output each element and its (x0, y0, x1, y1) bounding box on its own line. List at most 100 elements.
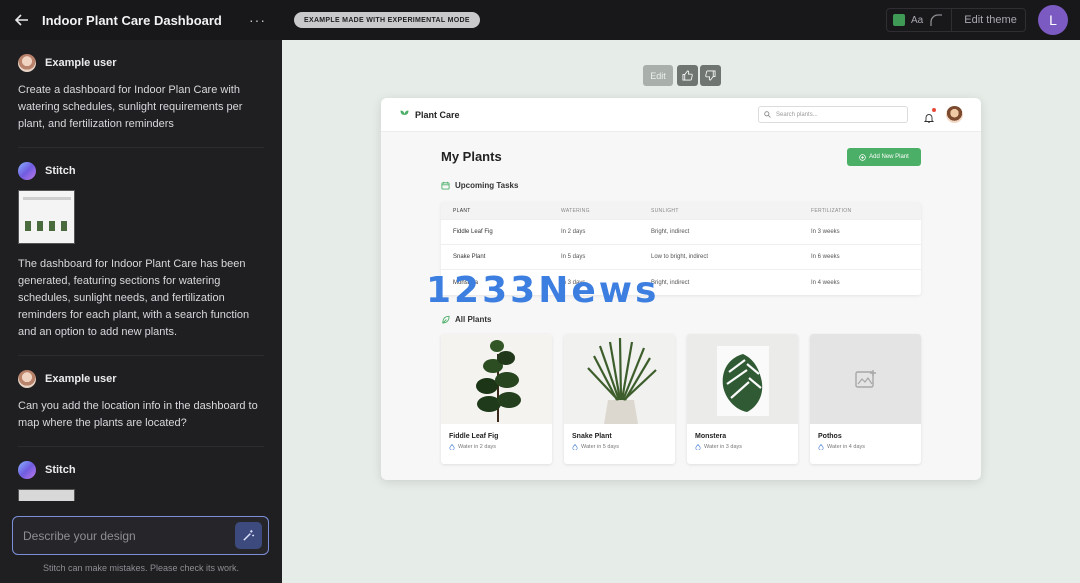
thumbs-up-icon[interactable] (677, 65, 698, 86)
edit-theme-button[interactable]: Edit theme (964, 14, 1017, 26)
stitch-avatar (18, 461, 36, 479)
edit-button[interactable]: Edit (643, 65, 673, 86)
corner-radius-icon[interactable] (929, 13, 943, 27)
message-author: Stitch (45, 464, 76, 476)
message-author: Example user (45, 373, 117, 385)
upcoming-tasks-heading: Upcoming Tasks (441, 181, 518, 190)
prompt-composer (12, 516, 269, 555)
plant-name: Monstera (695, 433, 727, 440)
notification-bell-icon[interactable] (923, 107, 936, 123)
top-bar: EXAMPLE MADE WITH EXPERIMENTAL MODE Aa E… (282, 0, 1080, 40)
water-drop-icon (818, 444, 824, 450)
more-options-icon[interactable]: ··· (245, 12, 270, 28)
add-new-plant-button[interactable]: Add New Plant (847, 148, 921, 166)
column-header: PLANT (453, 207, 471, 214)
project-title: Indoor Plant Care Dashboard (42, 12, 222, 28)
plant-cards-grid: Fiddle Leaf Fig Water in 2 days Snake Pl… (441, 334, 921, 464)
experimental-mode-badge: EXAMPLE MADE WITH EXPERIMENTAL MODE (294, 12, 480, 28)
cell-fertilization: In 4 weeks (811, 279, 840, 286)
table-row[interactable]: Fiddle Leaf Fig In 2 days Bright, indire… (441, 220, 921, 245)
font-icon[interactable]: Aa (911, 15, 923, 26)
notification-dot (932, 107, 936, 112)
divider (951, 8, 953, 32)
thumbs-down-icon[interactable] (700, 65, 721, 86)
theme-color-swatch[interactable] (893, 14, 905, 26)
cell-fertilization: In 6 weeks (811, 254, 840, 260)
plant-logo-icon (400, 110, 409, 120)
canvas-toolbar: Edit (643, 65, 721, 86)
water-schedule-text: Water in 4 days (827, 444, 866, 450)
table-header-row: PLANT WATERING SUNLIGHT FERTILIZATION (441, 202, 921, 220)
plant-card[interactable]: Fiddle Leaf Fig Water in 2 days (441, 334, 552, 464)
plant-water-info: Water in 3 days (687, 440, 798, 450)
cell-sunlight: Bright, indirect (651, 279, 690, 286)
plus-circle-icon (859, 153, 866, 161)
tasks-heading-label: Upcoming Tasks (455, 181, 519, 190)
plant-photo-snake-plant (564, 334, 675, 424)
cell-plant: Snake Plant (453, 254, 486, 260)
page-title: My Plants (441, 149, 502, 164)
column-header: WATERING (561, 207, 590, 214)
back-arrow-icon[interactable] (12, 10, 32, 30)
stitch-avatar (18, 162, 36, 180)
message-text: The dashboard for Indoor Plant Care has … (18, 258, 250, 338)
chat-message: Example user Can you add the location in… (18, 356, 264, 447)
table-row[interactable]: Snake Plant In 5 days Low to bright, ind… (441, 245, 921, 270)
plant-card[interactable]: Pothos Water in 4 days (810, 334, 921, 464)
plant-photo-fiddle-leaf-fig (441, 334, 552, 424)
app-navbar: Plant Care Search plants... (381, 98, 981, 132)
water-drop-icon (695, 444, 701, 450)
message-author: Stitch (45, 165, 76, 177)
calendar-icon (441, 181, 450, 190)
message-author: Example user (45, 57, 117, 69)
cell-plant: Fiddle Leaf Fig (453, 229, 493, 235)
plant-search-input[interactable]: Search plants... (758, 106, 908, 123)
plant-water-info: Water in 2 days (441, 440, 552, 450)
user-avatar (18, 370, 36, 388)
add-button-label: Add New Plant (869, 154, 909, 160)
all-plants-heading: All Plants (441, 315, 491, 324)
plant-card[interactable]: Snake Plant Water in 5 days (564, 334, 675, 464)
message-text: Can you add the location info in the das… (18, 400, 258, 429)
search-icon (764, 111, 771, 118)
design-thumbnail[interactable] (18, 489, 75, 501)
cell-sunlight: Bright, indirect (651, 229, 690, 235)
plant-name: Snake Plant (572, 433, 612, 440)
disclaimer-text: Stitch can make mistakes. Please check i… (42, 563, 240, 573)
plant-name: Pothos (818, 433, 842, 440)
account-avatar[interactable]: L (1038, 5, 1068, 35)
chat-message: Example user Create a dashboard for Indo… (18, 40, 264, 148)
app-user-avatar[interactable] (946, 106, 963, 123)
cell-watering: In 2 days (561, 229, 586, 235)
water-schedule-text: Water in 5 days (581, 444, 620, 450)
plant-card[interactable]: Monstera Water in 3 days (687, 334, 798, 464)
chat-message: Stitch The dashboard for Indoor Plant Ca… (18, 148, 264, 356)
user-avatar (18, 54, 36, 72)
sidebar-header: Indoor Plant Care Dashboard ··· (0, 0, 282, 40)
magic-wand-send-button[interactable] (235, 522, 262, 549)
prompt-input[interactable] (23, 528, 235, 543)
cell-fertilization: In 3 weeks (811, 229, 840, 235)
chat-history[interactable]: Example user Create a dashboard for Indo… (0, 40, 282, 510)
column-header: SUNLIGHT (651, 207, 679, 214)
watermark-text: 1233News (426, 270, 660, 311)
water-drop-icon (449, 444, 455, 450)
theme-controls: Aa Edit theme (886, 8, 1026, 32)
column-header: FERTILIZATION (811, 207, 852, 214)
message-text: Create a dashboard for Indoor Plan Care … (18, 84, 243, 130)
plant-water-info: Water in 5 days (564, 440, 675, 450)
image-placeholder-icon (810, 334, 921, 424)
chat-message: Stitch (18, 447, 264, 510)
app-logo-text[interactable]: Plant Care (415, 110, 460, 120)
plants-heading-label: All Plants (455, 315, 492, 324)
plant-name: Fiddle Leaf Fig (449, 433, 499, 440)
water-schedule-text: Water in 3 days (704, 444, 743, 450)
design-thumbnail[interactable] (18, 190, 75, 244)
cell-sunlight: Low to bright, indirect (651, 254, 709, 260)
plant-water-info: Water in 4 days (810, 440, 921, 450)
water-schedule-text: Water in 2 days (458, 444, 497, 450)
leaf-icon (442, 315, 450, 324)
search-placeholder: Search plants... (776, 111, 818, 118)
chat-sidebar: Indoor Plant Care Dashboard ··· Example … (0, 0, 282, 583)
plant-photo-monstera (687, 334, 798, 424)
